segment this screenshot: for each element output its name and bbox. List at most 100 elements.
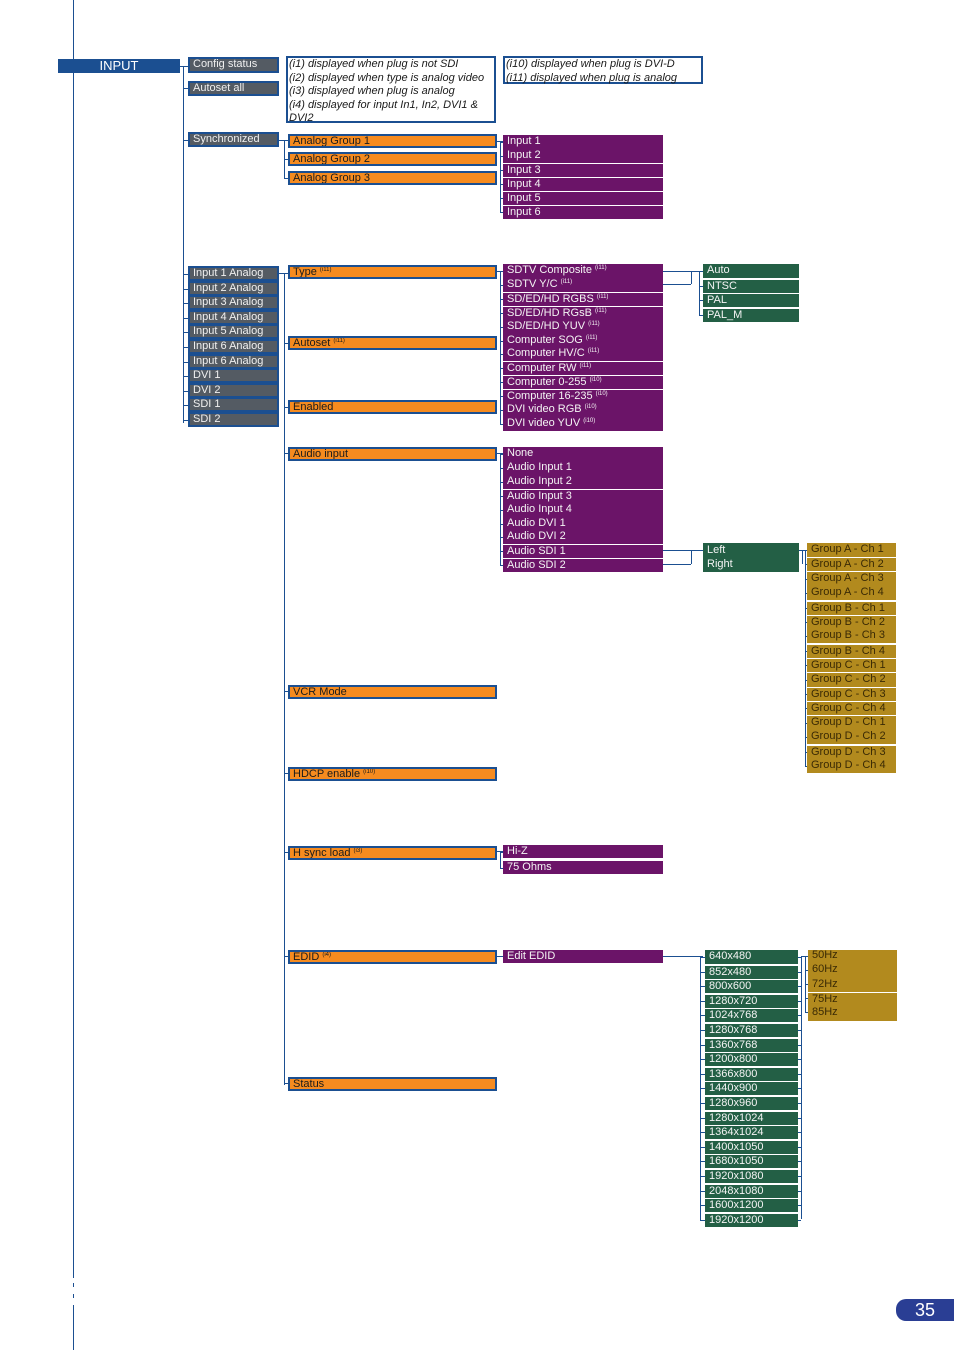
type-option[interactable]: SDTV Composite (i11) (503, 264, 663, 278)
enabled-setting[interactable]: Enabled (288, 400, 497, 414)
channel-option[interactable]: Left (703, 544, 799, 558)
type-option[interactable]: SD/ED/HD YUV (i11) (503, 319, 663, 334)
type-option[interactable]: Computer HV/C (i11) (503, 347, 663, 362)
resolution-option[interactable]: 1024x768 (705, 1008, 798, 1023)
audio-source-option[interactable]: Audio Input 1 (503, 460, 663, 475)
resolution-option[interactable]: 1400x1050 (705, 1139, 798, 1154)
h-sync-load-setting[interactable]: H sync load (i3) (288, 846, 497, 860)
audio-source-option[interactable]: Audio DVI 1 (503, 516, 663, 531)
audio-source-option[interactable]: Audio SDI 2 (503, 558, 663, 573)
type-option[interactable]: Computer SOG (i11) (503, 333, 663, 348)
resolution-option[interactable]: 800x600 (705, 979, 798, 994)
sdi-group-option[interactable]: Group A - Ch 4 (807, 586, 896, 601)
resolution-option[interactable]: 1920x1080 (705, 1169, 798, 1183)
sdi-group-option[interactable]: Group B - Ch 1 (807, 600, 896, 615)
type-option[interactable]: DVI video RGB (i10) (503, 403, 663, 417)
resolution-option[interactable]: 1364x1024 (705, 1125, 798, 1140)
resolution-option[interactable]: 1200x800 (705, 1052, 798, 1067)
type-option[interactable]: Computer 16-235 (i10) (503, 389, 663, 404)
sdi-group-option[interactable]: Group A - Ch 1 (807, 543, 896, 557)
resolution-option[interactable]: 1920x1200 (705, 1212, 798, 1227)
video-standard-option[interactable]: NTSC (703, 278, 799, 293)
audio-source-option[interactable]: Audio Input 3 (503, 488, 663, 503)
hsync-option[interactable]: Hi-Z (503, 845, 663, 858)
resolution-option[interactable]: 1280x1024 (705, 1110, 798, 1125)
input-source-node[interactable]: Input 3 Analog (188, 295, 279, 311)
resolution-option[interactable]: 1280x720 (705, 993, 798, 1008)
type-option[interactable]: SDTV Y/C (i11) (503, 277, 663, 292)
autoset-setting[interactable]: Autoset (i11) (288, 336, 497, 350)
resolution-option[interactable]: 1366x800 (705, 1066, 798, 1081)
group-input-item[interactable]: Input 3 (503, 163, 663, 177)
group-input-item[interactable]: Input 6 (503, 205, 663, 219)
config-status-node[interactable]: Config status (188, 57, 279, 73)
edid-setting[interactable]: EDID (i4) (288, 950, 497, 964)
vcr-mode-setting[interactable]: VCR Mode (288, 685, 497, 699)
video-standard-option[interactable]: PAL_M (703, 307, 799, 322)
resolution-option[interactable]: 852x480 (705, 964, 798, 979)
sdi-group-option[interactable]: Group D - Ch 4 (807, 759, 896, 773)
audio-source-option[interactable]: Audio Input 2 (503, 474, 663, 489)
audio-input-setting[interactable]: Audio input (288, 447, 497, 461)
input-source-node[interactable]: DVI 2 (188, 382, 279, 398)
resolution-option[interactable]: 1600x1200 (705, 1198, 798, 1213)
sdi-group-option[interactable]: Group C - Ch 1 (807, 658, 896, 673)
refresh-rate-option[interactable]: 50Hz (808, 949, 897, 963)
analog-group-3[interactable]: Analog Group 3 (288, 171, 497, 185)
analog-group-2[interactable]: Analog Group 2 (288, 152, 497, 166)
input-source-node[interactable]: Input 6 Analog (188, 339, 279, 354)
input-source-node[interactable]: Input 2 Analog (188, 280, 279, 296)
audio-source-option[interactable]: Audio Input 4 (503, 502, 663, 517)
resolution-option[interactable]: 640x480 (705, 950, 798, 964)
status-setting[interactable]: Status (288, 1077, 497, 1091)
synchronized-node[interactable]: Synchronized (188, 132, 279, 147)
analog-group-1[interactable]: Analog Group 1 (288, 134, 497, 148)
sdi-group-option[interactable]: Group C - Ch 4 (807, 701, 896, 716)
type-option[interactable]: Computer 0-255 (i10) (503, 375, 663, 390)
audio-source-option[interactable]: None (503, 447, 663, 461)
input-source-node[interactable]: Input 1 Analog (188, 266, 279, 281)
type-setting[interactable]: Type (i11) (288, 265, 497, 279)
input-source-node[interactable]: SDI 2 (188, 412, 279, 427)
input-source-node[interactable]: Input 4 Analog (188, 309, 279, 325)
channel-option[interactable]: Right (703, 558, 799, 572)
input-source-node[interactable]: Input 6 Analog (188, 353, 279, 369)
sdi-group-option[interactable]: Group D - Ch 3 (807, 744, 896, 759)
audio-source-option[interactable]: Audio SDI 1 (503, 544, 663, 559)
resolution-option[interactable]: 2048x1080 (705, 1183, 798, 1198)
hdcp-enable-setting[interactable]: HDCP enable (i10) (288, 767, 497, 781)
sdi-group-option[interactable]: Group D - Ch 1 (807, 715, 896, 730)
type-option[interactable]: DVI video YUV (i10) (503, 416, 663, 431)
sdi-group-option[interactable]: Group B - Ch 2 (807, 615, 896, 629)
sdi-group-option[interactable]: Group A - Ch 2 (807, 557, 896, 572)
resolution-option[interactable]: 1280x960 (705, 1096, 798, 1110)
resolution-option[interactable]: 1440x900 (705, 1081, 798, 1096)
group-input-item[interactable]: Input 2 (503, 149, 663, 163)
resolution-option[interactable]: 1680x1050 (705, 1154, 798, 1169)
group-input-item[interactable]: Input 1 (503, 135, 663, 149)
type-option[interactable]: SD/ED/HD RGBS (i11) (503, 291, 663, 306)
video-standard-option[interactable]: PAL (703, 293, 799, 307)
input-source-node[interactable]: DVI 1 (188, 368, 279, 384)
resolution-option[interactable]: 1360x768 (705, 1037, 798, 1052)
edit-edid-node[interactable]: Edit EDID (503, 950, 663, 963)
sdi-group-option[interactable]: Group C - Ch 2 (807, 672, 896, 687)
autoset-all-node[interactable]: Autoset all (188, 81, 279, 96)
group-input-item[interactable]: Input 4 (503, 177, 663, 191)
sdi-group-option[interactable]: Group B - Ch 3 (807, 629, 896, 644)
hsync-option[interactable]: 75 Ohms (503, 860, 663, 874)
refresh-rate-option[interactable]: 72Hz (808, 978, 897, 992)
input-source-node[interactable]: SDI 1 (188, 397, 279, 413)
sdi-group-option[interactable]: Group A - Ch 3 (807, 571, 896, 586)
audio-source-option[interactable]: Audio DVI 2 (503, 530, 663, 545)
video-standard-option[interactable]: Auto (703, 264, 799, 278)
refresh-rate-option[interactable]: 75Hz (808, 991, 897, 1006)
type-option[interactable]: Computer RW (i11) (503, 361, 663, 376)
type-option[interactable]: SD/ED/HD RGsB (i11) (503, 305, 663, 320)
refresh-rate-option[interactable]: 60Hz (808, 963, 897, 977)
sdi-group-option[interactable]: Group D - Ch 2 (807, 730, 896, 745)
refresh-rate-option[interactable]: 85Hz (808, 1006, 897, 1020)
group-input-item[interactable]: Input 5 (503, 191, 663, 205)
input-root-node[interactable]: INPUT (58, 59, 180, 73)
sdi-group-option[interactable]: Group B - Ch 4 (807, 643, 896, 658)
